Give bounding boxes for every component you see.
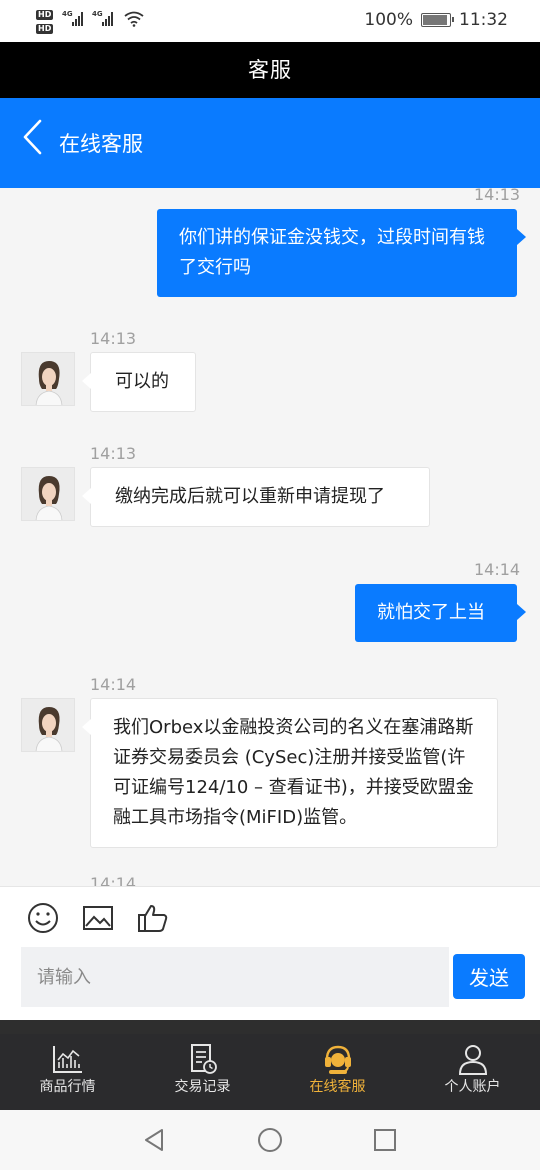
hd-badge: HD — [36, 10, 54, 20]
status-right: 100% 11:32 — [364, 10, 508, 30]
message-time: 14:14 — [474, 560, 521, 579]
clock: 11:32 — [459, 10, 508, 30]
message-time: 14:13 — [474, 188, 521, 204]
incoming-message: 缴纳完成后就可以重新申请提现了 — [82, 467, 430, 527]
headset-icon — [324, 1045, 351, 1074]
system-nav-bar — [0, 1110, 540, 1170]
app-title-bar: 客服 — [0, 42, 540, 98]
incoming-message: 可以的 — [82, 352, 196, 412]
wifi-icon — [124, 11, 144, 27]
composer: 发送 — [0, 886, 540, 1020]
nav-label: 交易记录 — [174, 1079, 231, 1095]
agent-avatar[interactable] — [21, 467, 75, 521]
nav-item-support[interactable]: 在线客服 — [270, 1034, 405, 1110]
chat-list[interactable]: 14:13 你们讲的保证金没钱交，过段时间有钱了交行吗 14:13 可以的 14… — [0, 188, 540, 886]
chart-icon — [52, 1046, 82, 1073]
signal-icon: 4G — [62, 10, 84, 26]
status-left: HD HD 4G 4G — [36, 8, 146, 36]
send-button[interactable]: 发送 — [453, 954, 525, 999]
emoji-icon[interactable] — [26, 901, 60, 935]
bottom-nav: 商品行情 交易记录 在线客服 个人账户 — [0, 1034, 540, 1110]
recents-square-icon[interactable] — [371, 1126, 399, 1154]
user-icon — [458, 1045, 487, 1075]
record-icon — [190, 1044, 217, 1074]
nav-item-market[interactable]: 商品行情 — [0, 1034, 135, 1110]
message-time: 14:13 — [90, 329, 137, 348]
status-bar: HD HD 4G 4G 100% 11:32 — [0, 0, 540, 42]
chat-title: 在线客服 — [59, 132, 143, 156]
chat-header: 在线客服 — [0, 98, 540, 188]
app-screen: HD HD 4G 4G 100% 11:32 客服 在线客服 14:13 你们讲… — [0, 0, 540, 1170]
agent-avatar[interactable] — [21, 352, 75, 406]
nav-label: 个人账户 — [444, 1079, 501, 1095]
battery-percent: 100% — [364, 10, 413, 30]
nav-item-account[interactable]: 个人账户 — [405, 1034, 540, 1110]
outgoing-message: 你们讲的保证金没钱交，过段时间有钱了交行吗 — [157, 209, 526, 297]
battery-icon — [421, 13, 454, 27]
hd-badge: HD — [36, 24, 54, 34]
incoming-message: 我们Orbex以金融投资公司的名义在塞浦路斯证券交易委员会 (CySec)注册并… — [82, 698, 498, 848]
agent-avatar[interactable] — [21, 698, 75, 752]
back-triangle-icon[interactable] — [140, 1126, 168, 1154]
nav-divider — [0, 1020, 540, 1034]
nav-label: 商品行情 — [39, 1079, 96, 1095]
home-circle-icon[interactable] — [256, 1126, 284, 1154]
like-icon[interactable] — [136, 901, 170, 935]
signal-icon: 4G — [92, 10, 114, 26]
message-time: 14:13 — [90, 444, 137, 463]
nav-label: 在线客服 — [309, 1079, 366, 1095]
back-chevron-icon[interactable] — [20, 118, 44, 156]
app-title: 客服 — [248, 58, 292, 82]
image-icon[interactable] — [81, 901, 115, 935]
message-input[interactable] — [21, 947, 449, 1007]
nav-item-records[interactable]: 交易记录 — [135, 1034, 270, 1110]
message-time: 14:14 — [90, 675, 137, 694]
outgoing-message: 就怕交了上当 — [355, 584, 526, 642]
message-time: 14:14 — [90, 874, 137, 886]
